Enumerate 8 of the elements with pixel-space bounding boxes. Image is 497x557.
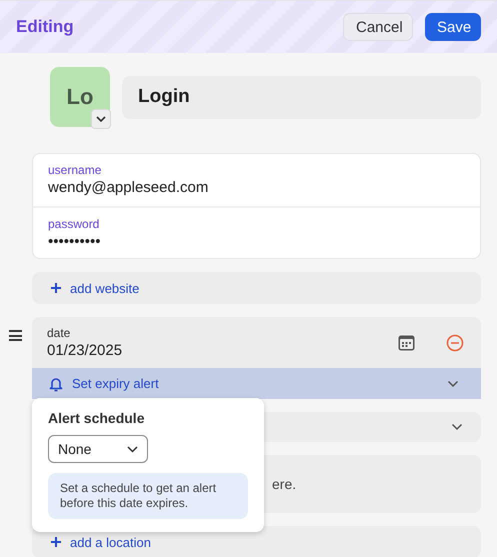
hint-text: Set a schedule to get an alert before this date expires.: [48, 473, 248, 519]
popover-title: Alert schedule: [48, 410, 144, 426]
field-label: username: [48, 163, 102, 177]
field-label: date: [47, 326, 72, 340]
editing-title: Editing: [16, 17, 74, 37]
field-label: password: [48, 217, 100, 231]
notes-text: ere.: [272, 476, 296, 492]
item-icon: Lo: [50, 67, 110, 127]
